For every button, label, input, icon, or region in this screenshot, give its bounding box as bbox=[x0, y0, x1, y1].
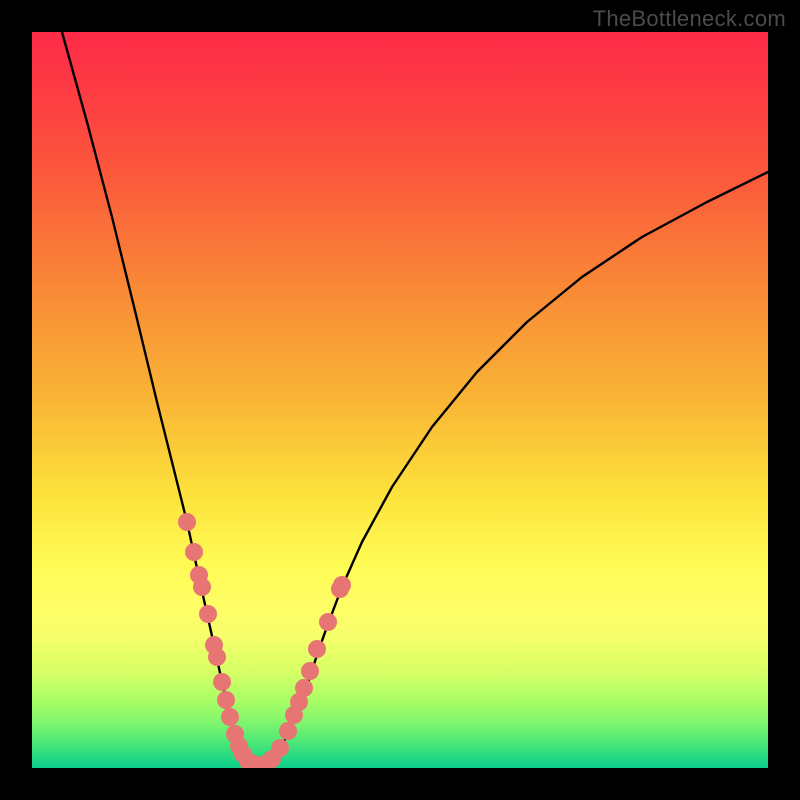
marker-dot bbox=[295, 679, 313, 697]
marker-dot bbox=[213, 673, 231, 691]
marker-dot bbox=[301, 662, 319, 680]
curve-layer bbox=[32, 32, 768, 768]
outer-frame: TheBottleneck.com bbox=[0, 0, 800, 800]
marker-dot bbox=[279, 722, 297, 740]
marker-dot bbox=[319, 613, 337, 631]
marker-dot bbox=[271, 739, 289, 757]
marker-dot bbox=[199, 605, 217, 623]
watermark-text: TheBottleneck.com bbox=[593, 6, 786, 32]
right-markers-group bbox=[257, 576, 351, 768]
plot-area bbox=[32, 32, 768, 768]
marker-dot bbox=[333, 576, 351, 594]
marker-dot bbox=[185, 543, 203, 561]
marker-dot bbox=[221, 708, 239, 726]
marker-dot bbox=[217, 691, 235, 709]
marker-dot bbox=[308, 640, 326, 658]
marker-dot bbox=[208, 648, 226, 666]
marker-dot bbox=[193, 578, 211, 596]
marker-dot bbox=[178, 513, 196, 531]
bottleneck-curve bbox=[62, 32, 768, 766]
left-markers-group bbox=[178, 513, 267, 768]
